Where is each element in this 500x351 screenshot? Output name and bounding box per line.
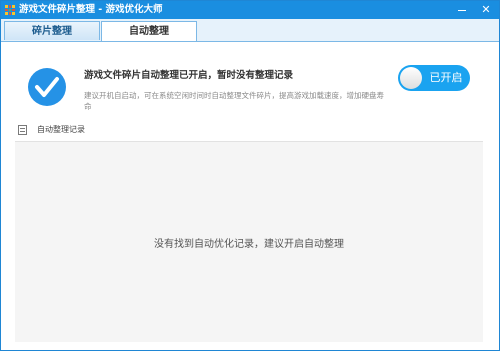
close-button[interactable]: ✕ (475, 1, 497, 19)
tab-auto-defrag[interactable]: 自动整理 (101, 21, 197, 41)
tab-bar: 碎片整理 自动整理 (1, 19, 499, 42)
app-window: 游戏文件碎片整理 - 游戏优化大师 ✕ 碎片整理 自动整理 游戏文件碎片自动整理… (0, 0, 500, 351)
status-title: 游戏文件碎片自动整理已开启，暂时没有整理记录 (84, 70, 294, 81)
app-logo-icon (5, 5, 15, 15)
minimize-button[interactable] (451, 1, 473, 19)
auto-defrag-toggle[interactable]: 已开启 (398, 65, 470, 91)
record-list-icon (18, 125, 27, 135)
status-description: 建议开机自启动，可在系统空闲时间时自动整理文件碎片，提高游戏加载速度，增加硬盘寿… (84, 91, 384, 111)
minimize-icon (458, 10, 466, 11)
title-bar[interactable]: 游戏文件碎片整理 - 游戏优化大师 ✕ (1, 1, 499, 19)
toggle-knob (400, 67, 422, 89)
window-title: 游戏文件碎片整理 - 游戏优化大师 (19, 4, 163, 15)
check-circle-icon (28, 68, 66, 106)
records-panel: 没有找到自动优化记录，建议开启自动整理 (15, 141, 483, 342)
tab-defrag[interactable]: 碎片整理 (4, 21, 100, 40)
records-section-label: 自动整理记录 (37, 125, 85, 134)
empty-records-message: 没有找到自动优化记录，建议开启自动整理 (154, 239, 344, 250)
toggle-label: 已开启 (429, 71, 463, 84)
